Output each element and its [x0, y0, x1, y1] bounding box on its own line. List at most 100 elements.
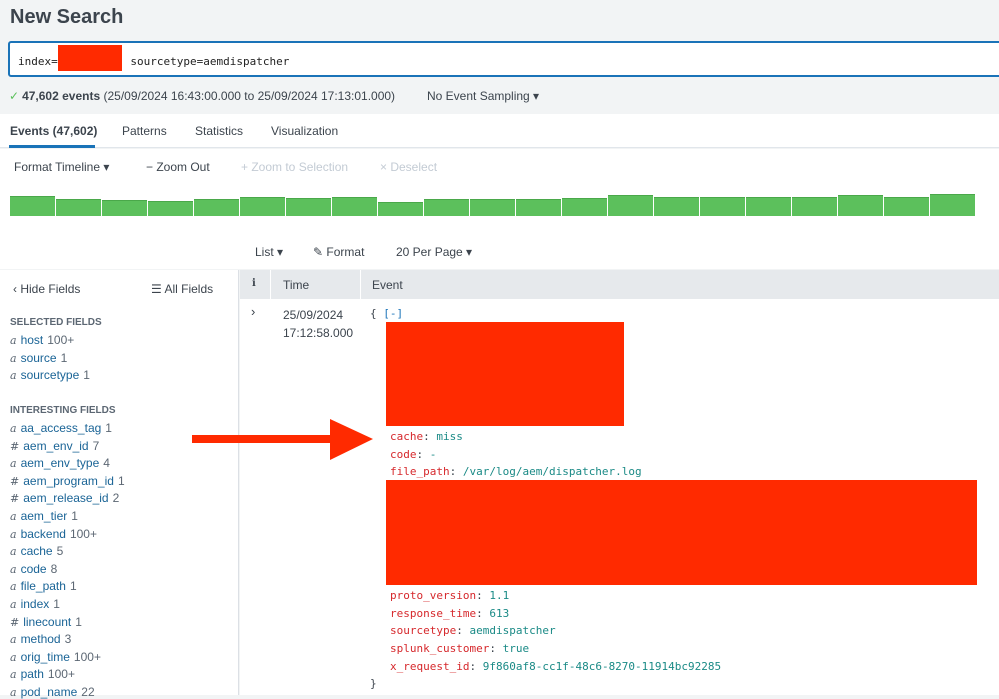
timeline-bar[interactable] [654, 197, 699, 216]
field-name[interactable]: aem_program_id [23, 474, 114, 488]
timeline-bar[interactable] [470, 199, 515, 216]
field-key[interactable]: code [390, 448, 417, 461]
timeline-bar[interactable] [562, 198, 607, 216]
field-key[interactable]: sourcetype [390, 624, 456, 637]
field-name[interactable]: host [21, 333, 44, 347]
field-item[interactable]: a path 100+ [10, 667, 75, 681]
field-name[interactable]: sourcetype [21, 368, 80, 382]
hide-fields-label: Hide Fields [20, 282, 81, 296]
field-name[interactable]: source [21, 351, 57, 365]
field-value[interactable]: true [503, 642, 530, 655]
hide-fields-button[interactable]: ‹ Hide Fields [13, 282, 80, 296]
timeline-bar[interactable] [884, 197, 929, 216]
time-column-header[interactable]: Time [283, 278, 309, 292]
field-item[interactable]: # aem_env_id 7 [10, 439, 99, 453]
field-key[interactable]: x_request_id [390, 660, 469, 673]
field-item[interactable]: # aem_program_id 1 [10, 474, 125, 488]
field-item[interactable]: a aem_tier 1 [10, 509, 78, 523]
timeline-bar[interactable] [700, 197, 745, 216]
field-value[interactable]: /var/log/aem/dispatcher.log [463, 465, 642, 478]
field-name[interactable]: aa_access_tag [21, 421, 102, 435]
event-field: code: - [390, 447, 437, 461]
field-item[interactable]: a aa_access_tag 1 [10, 421, 112, 435]
event-count: 47,602 events [22, 89, 101, 103]
field-item[interactable]: a sourcetype 1 [10, 368, 90, 382]
field-item[interactable]: # aem_release_id 2 [10, 491, 119, 505]
field-type-icon: a [10, 633, 17, 647]
field-value[interactable]: 1.1 [489, 589, 509, 602]
timeline-bar[interactable] [240, 197, 285, 216]
field-item[interactable]: a cache 5 [10, 544, 63, 558]
field-key[interactable]: splunk_customer [390, 642, 489, 655]
tab-patterns[interactable]: Patterns [122, 124, 167, 138]
timeline-bar[interactable] [286, 198, 331, 216]
zoom-to-selection-button[interactable]: + Zoom to Selection [241, 160, 348, 174]
list-dropdown[interactable]: List ▾ [255, 245, 283, 259]
field-name[interactable]: orig_time [21, 650, 70, 664]
collapse-toggle[interactable]: [-] [383, 307, 403, 320]
field-key[interactable]: proto_version [390, 589, 476, 602]
field-item[interactable]: a code 8 [10, 562, 57, 576]
field-item[interactable]: a host 100+ [10, 333, 74, 347]
timeline-bar[interactable] [148, 201, 193, 216]
timeline-bar[interactable] [516, 199, 561, 216]
field-name[interactable]: method [21, 632, 61, 646]
field-name[interactable]: path [21, 667, 44, 681]
field-name[interactable]: index [21, 597, 50, 611]
timeline-bar[interactable] [10, 196, 55, 216]
event-sampling-dropdown[interactable]: No Event Sampling ▾ [427, 89, 539, 103]
timeline-bar[interactable] [792, 197, 837, 216]
timeline-bar[interactable] [608, 195, 653, 216]
field-key[interactable]: file_path [390, 465, 450, 478]
field-item[interactable]: a method 3 [10, 632, 71, 646]
pencil-icon: ✎ [313, 245, 324, 259]
field-count: 100+ [47, 667, 75, 682]
tab-events[interactable]: Events (47,602) [10, 124, 97, 138]
field-item[interactable]: a aem_env_type 4 [10, 456, 110, 470]
field-name[interactable]: linecount [23, 615, 71, 629]
field-name[interactable]: aem_release_id [23, 491, 108, 505]
field-name[interactable]: aem_tier [21, 509, 68, 523]
field-item[interactable]: # linecount 1 [10, 615, 82, 629]
timeline-bar[interactable] [930, 194, 975, 216]
timeline-bar[interactable] [424, 199, 469, 216]
field-item[interactable]: a file_path 1 [10, 579, 77, 593]
field-item[interactable]: a index 1 [10, 597, 60, 611]
per-page-dropdown[interactable]: 20 Per Page ▾ [396, 245, 472, 259]
field-value[interactable]: 613 [489, 607, 509, 620]
timeline-bar[interactable] [378, 202, 423, 216]
field-name[interactable]: code [21, 562, 47, 576]
search-input[interactable]: index= sourcetype=aemdispatcher [8, 41, 999, 77]
field-name[interactable]: cache [21, 544, 53, 558]
timeline-bar[interactable] [194, 199, 239, 216]
field-key[interactable]: response_time [390, 607, 476, 620]
field-item[interactable]: a pod_name 22 [10, 685, 95, 699]
format-timeline-dropdown[interactable]: Format Timeline ▾ [14, 160, 109, 174]
timeline-bar[interactable] [102, 200, 147, 216]
field-name[interactable]: backend [21, 527, 66, 541]
timeline-bar[interactable] [746, 197, 791, 216]
deselect-button[interactable]: × Deselect [380, 160, 437, 174]
field-name[interactable]: aem_env_type [21, 456, 100, 470]
field-value[interactable]: miss [436, 430, 463, 443]
field-item[interactable]: a backend 100+ [10, 527, 97, 541]
field-value[interactable]: aemdispatcher [469, 624, 555, 637]
field-name[interactable]: pod_name [21, 685, 78, 699]
field-name[interactable]: file_path [21, 579, 66, 593]
all-fields-button[interactable]: ☰ All Fields [151, 282, 213, 296]
field-value[interactable]: - [430, 448, 437, 461]
timeline-bar[interactable] [56, 199, 101, 216]
format-button[interactable]: ✎ Format [313, 245, 364, 259]
field-value[interactable]: 9f860af8-cc1f-48c6-8270-11914bc92285 [483, 660, 721, 673]
field-item[interactable]: a orig_time 100+ [10, 650, 101, 664]
field-item[interactable]: a source 1 [10, 351, 67, 365]
timeline-bar[interactable] [838, 195, 883, 216]
expand-row-icon[interactable]: › [251, 304, 255, 319]
redacted-block [386, 480, 977, 585]
zoom-out-button[interactable]: − Zoom Out [146, 160, 210, 174]
field-name[interactable]: aem_env_id [23, 439, 88, 453]
tab-visualization[interactable]: Visualization [271, 124, 338, 138]
tab-statistics[interactable]: Statistics [195, 124, 243, 138]
timeline-bar[interactable] [332, 197, 377, 216]
field-key[interactable]: cache [390, 430, 423, 443]
